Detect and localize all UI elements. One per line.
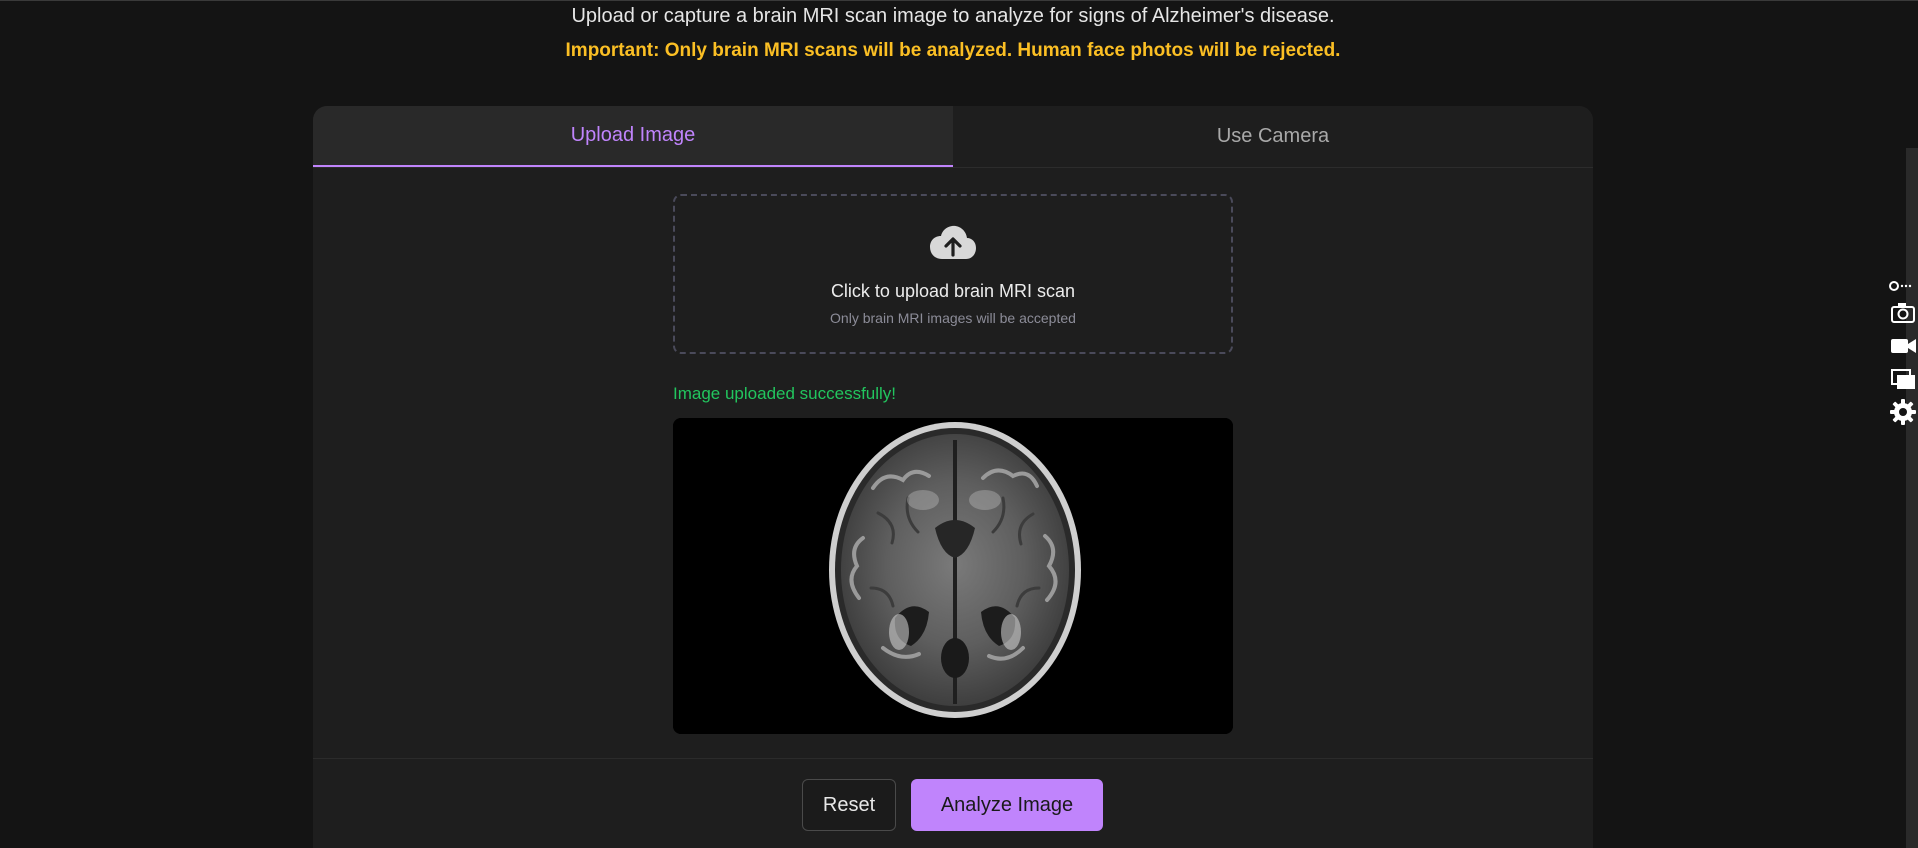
link-icon[interactable]: [1888, 278, 1918, 292]
cloud-upload-icon: [930, 225, 976, 259]
page-subtitle: Upload or capture a brain MRI scan image…: [571, 5, 1335, 27]
brain-mri-image: [673, 418, 1233, 734]
analysis-card: Upload Image Use Camera Click to upload …: [313, 106, 1593, 848]
video-icon[interactable]: [1888, 331, 1918, 361]
tab-upload-image[interactable]: Upload Image: [313, 106, 953, 167]
footer-divider: [313, 758, 1593, 759]
warning-notice: Important: Only brain MRI scans will be …: [565, 40, 1341, 61]
mri-preview-image: [673, 418, 1233, 734]
tab-use-camera[interactable]: Use Camera: [953, 106, 1593, 167]
side-toolbar: [1888, 278, 1918, 436]
tab-bar: Upload Image Use Camera: [313, 106, 1593, 168]
windows-icon[interactable]: [1888, 364, 1918, 394]
upload-hint: Only brain MRI images will be accepted: [830, 310, 1076, 326]
top-border: [0, 0, 1918, 1]
upload-dropzone[interactable]: Click to upload brain MRI scan Only brai…: [673, 194, 1233, 354]
reset-button[interactable]: Reset: [802, 779, 896, 831]
upload-title: Click to upload brain MRI scan: [830, 281, 1076, 301]
gear-icon[interactable]: [1888, 397, 1918, 427]
upload-success-message: Image uploaded successfully!: [673, 384, 897, 403]
camera-icon[interactable]: [1888, 298, 1918, 328]
page-scrollbar[interactable]: [1906, 148, 1918, 848]
analyze-image-button[interactable]: Analyze Image: [911, 779, 1103, 831]
